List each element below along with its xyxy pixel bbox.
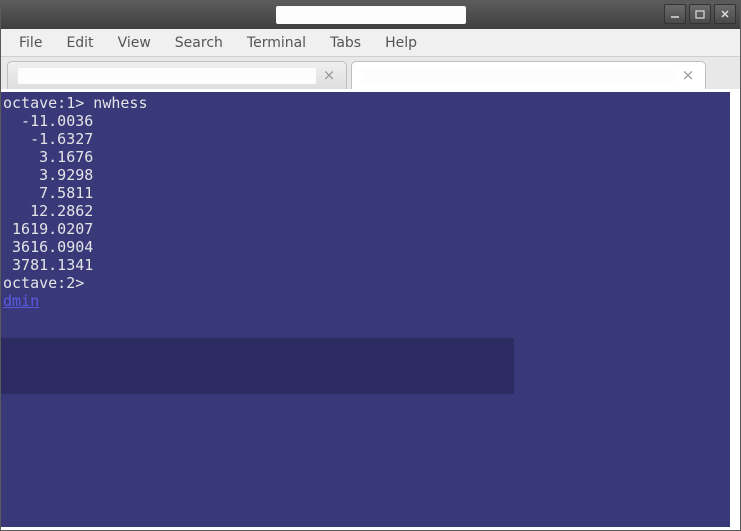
- menubar: File Edit View Search Terminal Tabs Help: [1, 29, 740, 57]
- menu-file[interactable]: File: [7, 31, 54, 55]
- terminal-line: -1.6327: [1, 130, 730, 148]
- maximize-button[interactable]: [689, 4, 711, 24]
- content-area: octave:1> nwhess -11.0036 -1.6327 3.1676…: [1, 89, 740, 530]
- terminal-line: 3616.0904: [1, 238, 730, 256]
- terminal-window: File Edit View Search Terminal Tabs Help…: [0, 0, 741, 531]
- menu-tabs[interactable]: Tabs: [318, 31, 373, 55]
- terminal-line: 1619.0207: [1, 220, 730, 238]
- minimize-button[interactable]: [664, 4, 686, 24]
- terminal-link[interactable]: dmin: [1, 292, 730, 310]
- terminal-line: 12.2862: [1, 202, 730, 220]
- menu-help[interactable]: Help: [373, 31, 429, 55]
- close-button[interactable]: [714, 4, 736, 24]
- minimize-icon: [670, 9, 680, 19]
- close-icon: [720, 9, 730, 19]
- terminal-line: -11.0036: [1, 112, 730, 130]
- window-controls: [664, 4, 736, 24]
- tab-2-close-icon[interactable]: ×: [681, 69, 695, 83]
- tab-1[interactable]: ×: [7, 61, 347, 89]
- menu-search[interactable]: Search: [163, 31, 235, 55]
- tab-2[interactable]: ×: [351, 61, 706, 89]
- tab-1-close-icon[interactable]: ×: [322, 69, 336, 83]
- terminal-line: 3781.1341: [1, 256, 730, 274]
- tab-1-label: [18, 68, 316, 84]
- window-title: [276, 6, 466, 24]
- menu-view[interactable]: View: [106, 31, 163, 55]
- terminal-line: 3.1676: [1, 148, 730, 166]
- overlay-box: [1, 338, 514, 394]
- tabbar: × ×: [1, 57, 740, 89]
- tab-2-label: [362, 68, 675, 84]
- terminal-line: 3.9298: [1, 166, 730, 184]
- terminal-prompt: octave:2>: [1, 274, 730, 292]
- menu-edit[interactable]: Edit: [54, 31, 105, 55]
- maximize-icon: [695, 9, 705, 19]
- terminal-line: 7.5811: [1, 184, 730, 202]
- terminal-line: octave:1> nwhess: [1, 94, 730, 112]
- menu-terminal[interactable]: Terminal: [235, 31, 318, 55]
- titlebar[interactable]: [1, 1, 740, 29]
- terminal-output[interactable]: octave:1> nwhess -11.0036 -1.6327 3.1676…: [1, 92, 730, 527]
